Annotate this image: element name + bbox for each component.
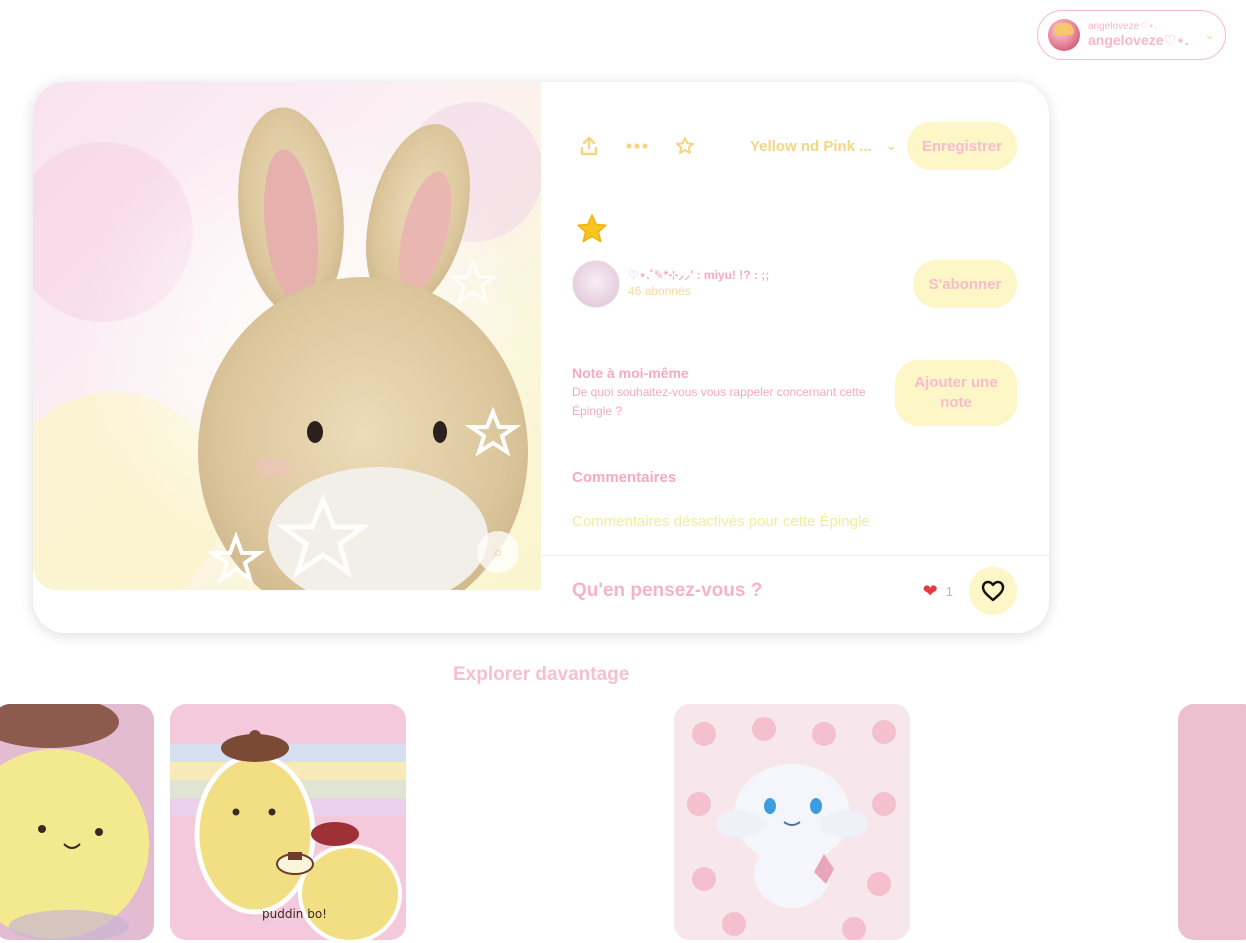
save-button[interactable]: Enregistrer: [907, 122, 1017, 170]
divider: [541, 555, 1049, 556]
creator-avatar[interactable]: [572, 260, 620, 308]
explore-pin-2[interactable]: puddin bo!: [170, 704, 406, 940]
board-selector[interactable]: Yellow nd Pink ... ⌄: [750, 138, 897, 155]
pin-toolbar: Yellow nd Pink ... ⌄ Enregistrer: [572, 122, 1017, 170]
note-description: De quoi souhaitez-vous vous rappeler con…: [572, 385, 866, 418]
explore-pin-1[interactable]: [0, 704, 154, 940]
account-avatar: [1048, 19, 1080, 51]
comments-title: Commentaires: [572, 469, 677, 486]
cinnamoroll-illustration: [674, 704, 910, 940]
pompompurin-pudding-illustration: puddin bo!: [170, 704, 406, 940]
explore-pin-4[interactable]: [1178, 704, 1246, 940]
explore-more-title: Explorer davantage: [453, 664, 630, 685]
pin-details-panel: Yellow nd Pink ... ⌄ Enregistrer ♡⋆.˚✎*⊹…: [541, 82, 1049, 633]
pin-closeup-card: ⌕ Yellow nd Pink ... ⌄ Enregistrer ♡⋆.˚✎…: [33, 82, 1049, 633]
reaction-count: 1: [945, 583, 953, 599]
follow-button[interactable]: S'abonner: [913, 260, 1017, 308]
heart-outline-icon[interactable]: [969, 567, 1017, 615]
creator-row: ♡⋆.˚✎*⊹⸝⸝' : miyu! !? : ;; 46 abonnés S'…: [572, 260, 1017, 308]
creator-info: ♡⋆.˚✎*⊹⸝⸝' : miyu! !? : ;; 46 abonnés: [628, 268, 769, 299]
reaction-summary: ❤ 1: [923, 567, 1017, 615]
upload-icon[interactable]: [572, 129, 606, 163]
comment-prompt[interactable]: Qu'en pensez-vous ?: [572, 580, 762, 602]
chevron-down-icon[interactable]: ⌄: [1204, 27, 1215, 43]
creator-name[interactable]: ♡⋆.˚✎*⊹⸝⸝' : miyu! !? : ;;: [628, 268, 769, 284]
ellipsis-icon[interactable]: [620, 129, 654, 163]
account-names: angeloveze♡⋆. angeloveze♡⋆.: [1088, 22, 1189, 47]
tile-caption: puddin bo!: [262, 907, 327, 921]
add-note-button[interactable]: Ajouter une note: [895, 360, 1017, 426]
follower-count: 46 abonnés: [628, 284, 691, 298]
reaction-row: Qu'en pensez-vous ? ❤ 1: [572, 567, 1017, 615]
bunny-plush-illustration: [33, 102, 541, 590]
visual-search-icon[interactable]: ⌕: [477, 531, 519, 573]
pompompurin-illustration: [0, 704, 154, 940]
note-text: Note à moi-même De quoi souhaitez-vous v…: [572, 365, 887, 420]
note-section: Note à moi-même De quoi souhaitez-vous v…: [572, 359, 1017, 427]
star-icon: [577, 214, 607, 243]
heart-reaction-icon: ❤: [922, 580, 938, 601]
pin-image[interactable]: ⌕: [33, 82, 541, 590]
chevron-down-icon: ⌄: [885, 138, 897, 153]
board-name: Yellow nd Pink ...: [750, 137, 872, 155]
star-outline-icon[interactable]: [668, 129, 702, 163]
account-switcher[interactable]: angeloveze♡⋆. angeloveze♡⋆. ⌄: [1037, 10, 1226, 60]
explore-pin-3[interactable]: [674, 704, 910, 940]
note-title: Note à moi-même: [572, 365, 689, 382]
comments-disabled-text: Commentaires désactivés pour cette Éping…: [572, 513, 870, 530]
account-name: angeloveze♡⋆.: [1088, 31, 1189, 48]
